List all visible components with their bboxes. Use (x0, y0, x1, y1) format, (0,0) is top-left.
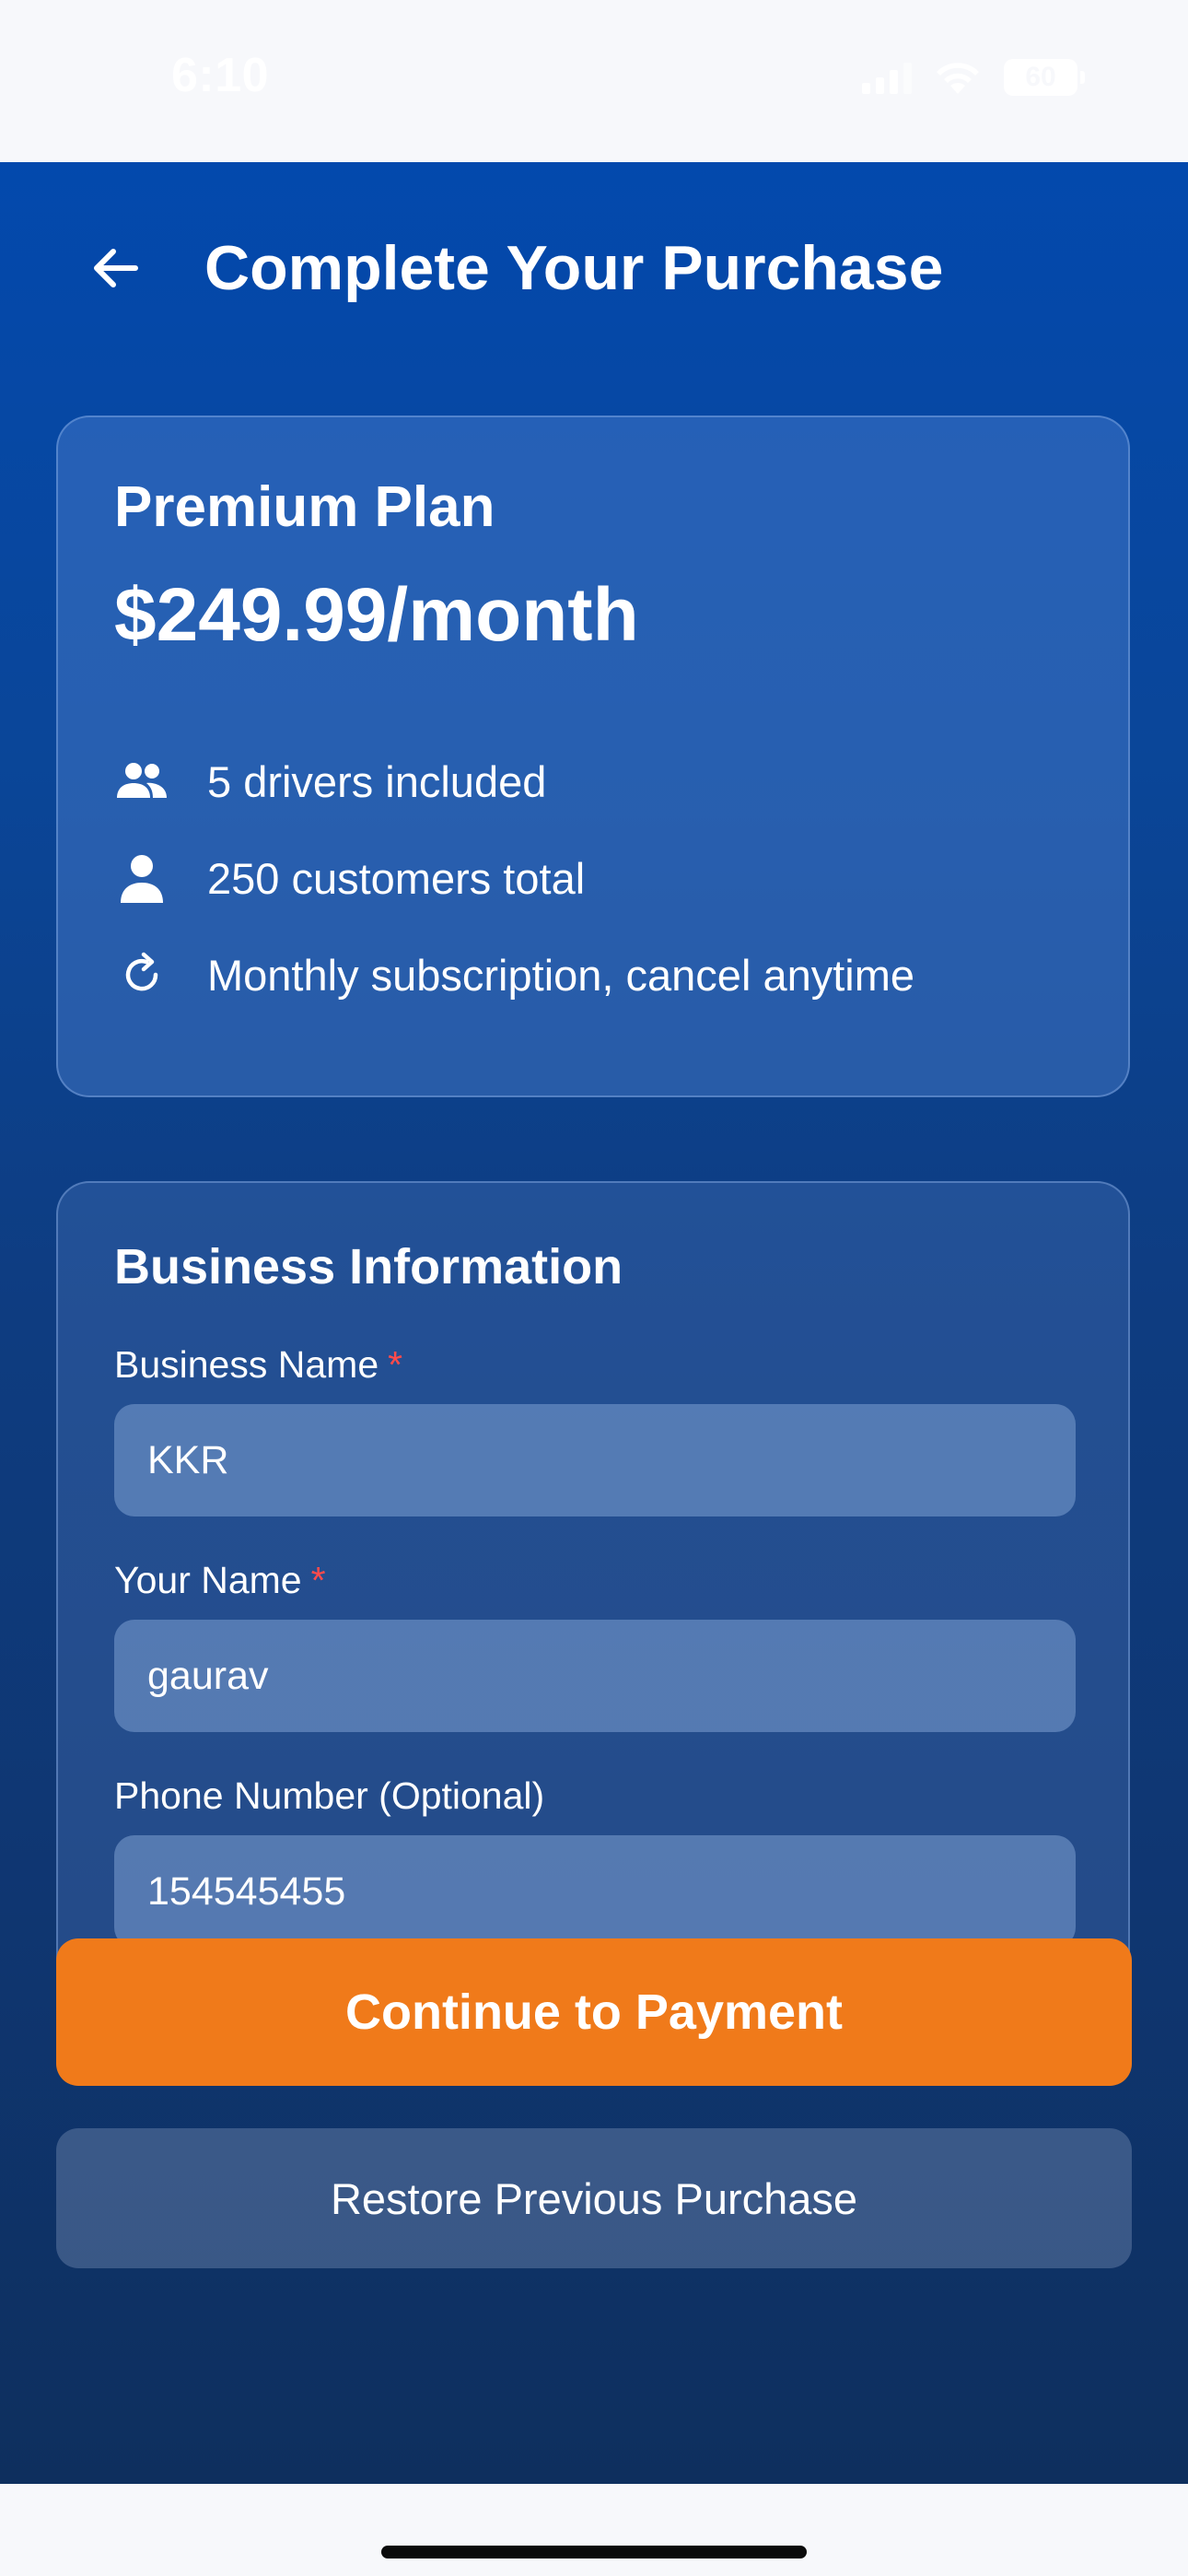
battery-level: 60 (1025, 62, 1056, 92)
plan-card: Premium Plan $249.99/month (56, 416, 1130, 1097)
status-bar: 6:10 60 (0, 0, 1188, 162)
business-name-input[interactable] (114, 1404, 1076, 1516)
business-name-label: Business Name * (114, 1343, 402, 1387)
required-indicator: * (388, 1343, 403, 1386)
section-title: Business Information (114, 1239, 623, 1294)
arrow-left-icon (94, 249, 138, 287)
wifi-icon (937, 63, 979, 94)
battery-icon: 60 (1004, 59, 1085, 96)
cellular-signal-icon (862, 61, 912, 94)
status-icons: 60 (862, 57, 1085, 98)
your-name-input[interactable] (114, 1620, 1076, 1732)
home-indicator[interactable] (381, 2546, 807, 2558)
required-indicator: * (310, 1559, 326, 1601)
business-name-label-text: Business Name (114, 1343, 379, 1386)
phone-number-input[interactable] (114, 1835, 1076, 1948)
status-time: 6:10 (171, 49, 270, 102)
main-content: Complete Your Purchase Premium Plan $249… (0, 162, 1188, 2484)
home-indicator-area (0, 2484, 1188, 2576)
back-button[interactable] (83, 236, 147, 300)
your-name-label-text: Your Name (114, 1559, 302, 1601)
plan-name: Premium Plan (114, 475, 495, 539)
continue-to-payment-button[interactable]: Continue to Payment (56, 1938, 1132, 2086)
phone-number-label: Phone Number (Optional) (114, 1774, 545, 1817)
your-name-label: Your Name * (114, 1559, 326, 1602)
restore-purchase-button[interactable]: Restore Previous Purchase (56, 2128, 1132, 2268)
plan-price: $249.99/month (114, 573, 639, 657)
business-info-card: Business Information Business Name* Your… (56, 1181, 1130, 2043)
page-title: Complete Your Purchase (204, 233, 944, 303)
